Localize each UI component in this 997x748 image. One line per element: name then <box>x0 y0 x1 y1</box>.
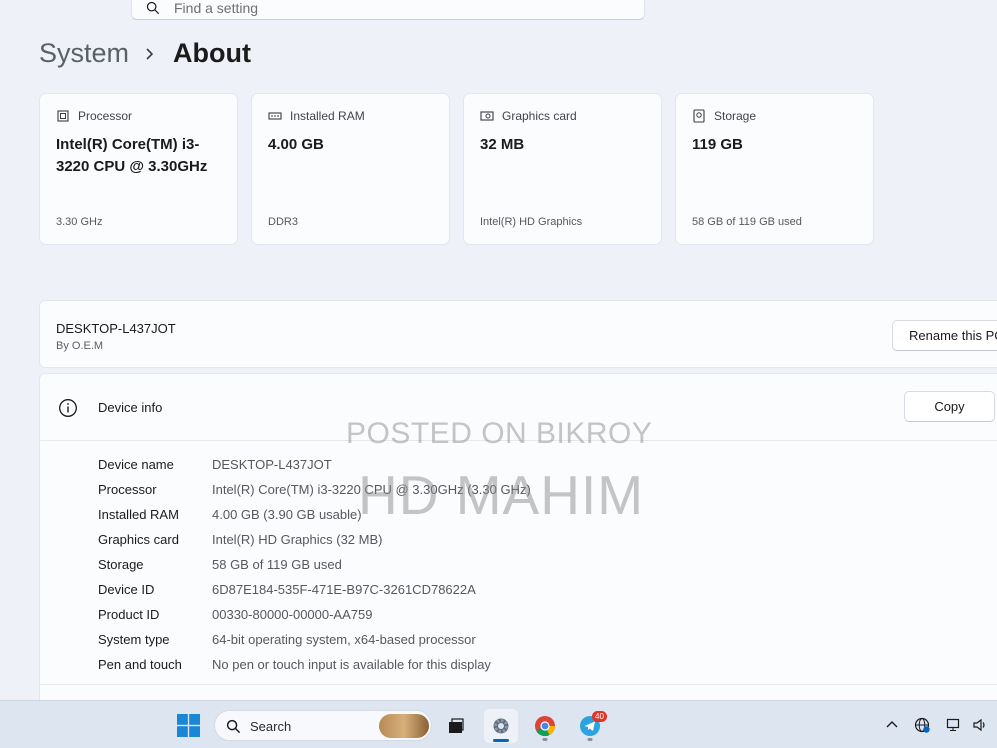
spec-row-system-type: System type 64-bit operating system, x64-… <box>98 627 531 652</box>
spec-value: 4.00 GB (3.90 GB usable) <box>212 507 362 522</box>
processor-value: Intel(R) Core(TM) i3-3220 CPU @ 3.30GHz <box>56 136 208 175</box>
storage-card: Storage 119 GB 58 GB of 119 GB used <box>675 93 874 245</box>
spec-key: Device name <box>98 457 174 472</box>
spec-value: Intel(R) Core(TM) i3-3220 CPU @ 3.30GHz … <box>212 482 531 497</box>
volume-icon[interactable] <box>972 717 988 733</box>
spec-value: 64-bit operating system, x64-based proce… <box>212 632 476 647</box>
graphics-card: Graphics card 32 MB Intel(R) HD Graphics <box>463 93 662 245</box>
task-view-button[interactable] <box>439 709 473 743</box>
storage-label: Storage <box>714 109 757 123</box>
spec-key: Pen and touch <box>98 657 182 672</box>
pc-name: DESKTOP-L437JOT <box>56 321 176 336</box>
chrome-icon <box>535 716 556 737</box>
ram-type: DDR3 <box>268 216 298 228</box>
search-icon <box>226 719 241 734</box>
spec-key: Installed RAM <box>98 507 179 522</box>
ram-card: Installed RAM 4.00 GB DDR3 <box>251 93 450 245</box>
settings-app-button[interactable] <box>484 709 518 743</box>
spec-row-product-id: Product ID 00330-80000-00000-AA759 <box>98 602 531 627</box>
pc-manufacturer: By O.E.M <box>56 340 104 352</box>
processor-speed: 3.30 GHz <box>56 216 103 228</box>
ram-icon <box>268 112 282 120</box>
spec-row-storage: Storage 58 GB of 119 GB used <box>98 552 531 577</box>
spec-row-device-name: Device name DESKTOP-L437JOT <box>98 452 531 477</box>
spec-row-processor: Processor Intel(R) Core(TM) i3-3220 CPU @… <box>98 477 531 502</box>
chrome-app-button[interactable] <box>528 709 562 743</box>
ram-label: Installed RAM <box>290 109 365 123</box>
taskbar: Search 40 <box>0 700 997 748</box>
ram-value: 4.00 GB <box>268 136 324 153</box>
taskbar-search-box[interactable]: Search <box>214 710 432 741</box>
info-icon <box>59 399 77 417</box>
running-app-indicator <box>542 738 548 741</box>
spec-key: Processor <box>98 482 157 497</box>
network-globe-icon[interactable] <box>914 717 930 733</box>
settings-search-input[interactable]: Find a setting <box>131 0 645 20</box>
pc-name-card: DESKTOP-L437JOT By O.E.M Rename this PC <box>39 300 997 368</box>
spec-row-installed-ram: Installed RAM 4.00 GB (3.90 GB usable) <box>98 502 531 527</box>
section-divider <box>40 684 997 685</box>
search-icon <box>146 1 160 15</box>
search-placeholder: Find a setting <box>174 0 259 16</box>
spec-value: 00330-80000-00000-AA759 <box>212 607 373 622</box>
graphics-value: 32 MB <box>480 136 525 153</box>
taskbar-search-label: Search <box>250 719 292 734</box>
graphics-card-icon <box>480 111 494 121</box>
storage-icon <box>693 109 705 123</box>
chevron-right-icon <box>146 47 154 60</box>
spec-key: Graphics card <box>98 532 179 547</box>
chevron-up-icon[interactable] <box>884 717 900 733</box>
processor-label: Processor <box>78 109 133 123</box>
spec-value: No pen or touch input is available for t… <box>212 657 491 672</box>
processor-card: Processor Intel(R) Core(TM) i3-3220 CPU … <box>39 93 238 245</box>
display-icon[interactable] <box>946 717 962 733</box>
graphics-label: Graphics card <box>502 109 577 123</box>
spec-row-device-id: Device ID 6D87E184-535F-471E-B97C-3261CD7… <box>98 577 531 602</box>
spec-value: 6D87E184-535F-471E-B97C-3261CD78622A <box>212 582 476 597</box>
spec-value: DESKTOP-L437JOT <box>212 457 332 472</box>
storage-usage: 58 GB of 119 GB used <box>692 216 802 228</box>
spec-value: 58 GB of 119 GB used <box>212 557 342 572</box>
page-title: About <box>173 38 251 68</box>
task-view-icon <box>449 718 464 733</box>
storage-value: 119 GB <box>692 136 743 153</box>
spec-key: Product ID <box>98 607 160 622</box>
rename-pc-button[interactable]: Rename this PC <box>892 320 997 351</box>
spec-key: Storage <box>98 557 144 572</box>
gear-icon <box>493 718 509 734</box>
spec-key: System type <box>98 632 170 647</box>
active-app-indicator <box>493 739 509 742</box>
device-info-header[interactable]: Device info Copy <box>40 374 997 441</box>
breadcrumb-system-link[interactable]: System <box>39 38 129 69</box>
windows-start-icon[interactable] <box>177 714 200 737</box>
spec-key: Device ID <box>98 582 155 597</box>
spec-value: Intel(R) HD Graphics (32 MB) <box>212 532 383 547</box>
device-info-title: Device info <box>98 400 163 415</box>
processor-icon <box>57 110 69 122</box>
telegram-badge: 40 <box>592 711 607 722</box>
device-info-section: Device info Copy Device name DESKTOP-L437… <box>39 373 997 713</box>
copy-button[interactable]: Copy <box>904 391 995 422</box>
device-spec-list: Device name DESKTOP-L437JOT Processor Inte… <box>98 452 531 677</box>
search-highlight-image <box>379 714 429 738</box>
graphics-model: Intel(R) HD Graphics <box>480 216 583 228</box>
spec-row-graphics-card: Graphics card Intel(R) HD Graphics (32 MB… <box>98 527 531 552</box>
spec-row-pen-touch: Pen and touch No pen or touch input is av… <box>98 652 531 677</box>
running-app-indicator <box>587 738 593 741</box>
breadcrumb: System About <box>39 38 251 69</box>
telegram-app-button[interactable]: 40 <box>573 709 607 743</box>
